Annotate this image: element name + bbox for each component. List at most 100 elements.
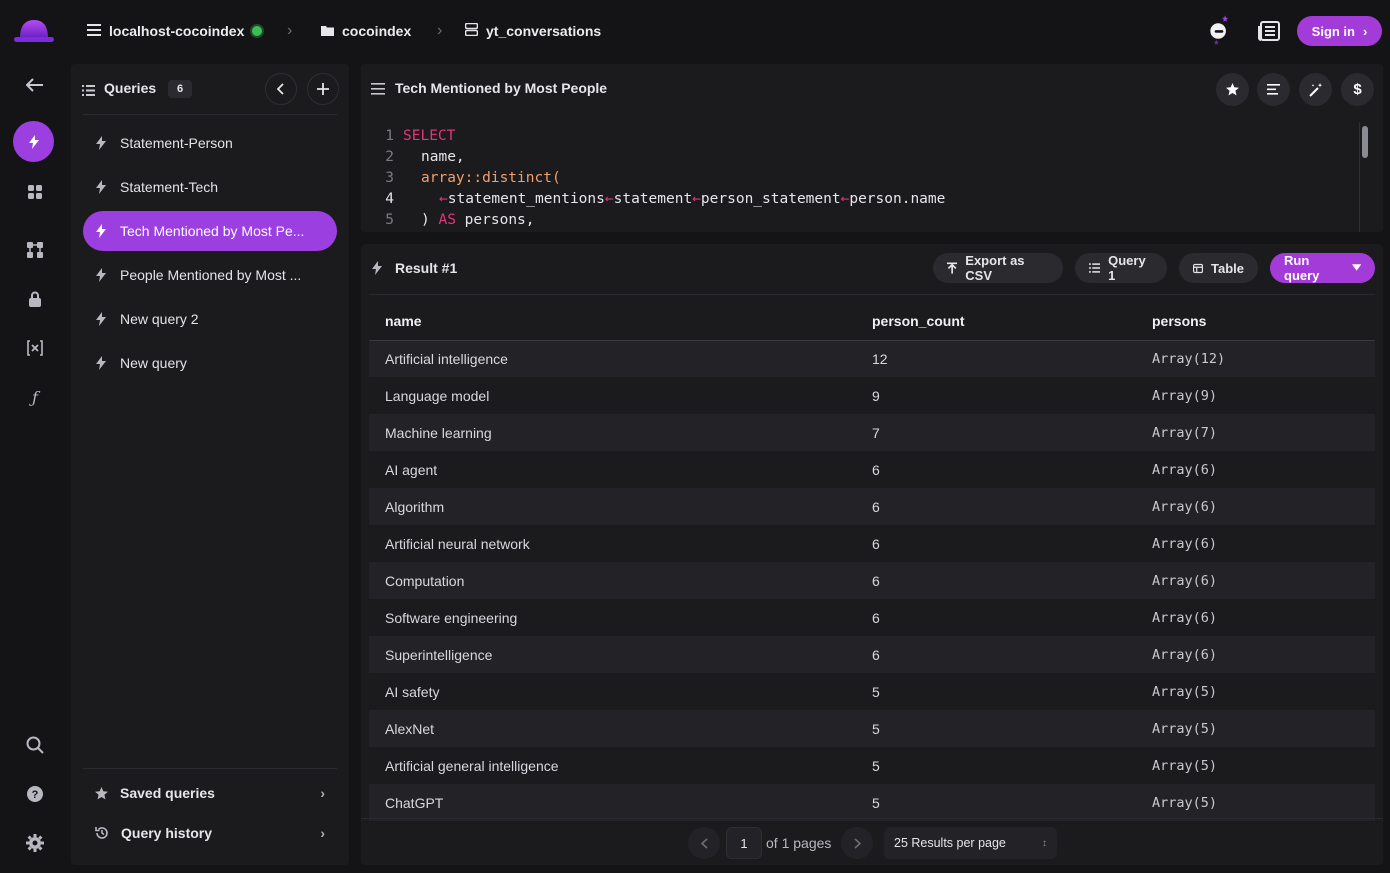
- run-query-button[interactable]: Run query: [1270, 253, 1375, 283]
- table-row[interactable]: Algorithm 6 Array(6): [369, 488, 1375, 525]
- table-cell[interactable]: Array(5): [1136, 673, 1375, 710]
- table-cell: Machine learning: [369, 414, 856, 451]
- saved-queries-link[interactable]: Saved queries ›: [95, 781, 325, 805]
- breadcrumb-connection[interactable]: localhost-cocoindex: [87, 20, 263, 42]
- magic-wand-button[interactable]: [1299, 73, 1332, 106]
- explorer-icon[interactable]: [22, 179, 48, 205]
- table-row[interactable]: Software engineering 6 Array(6): [369, 599, 1375, 636]
- table-cell[interactable]: Array(5): [1136, 710, 1375, 747]
- bolt-icon: [96, 356, 106, 370]
- table-cell: ChatGPT: [369, 784, 856, 821]
- settings-gear-icon[interactable]: [22, 830, 48, 856]
- query-item-active[interactable]: Tech Mentioned by Most Pe...: [83, 211, 337, 251]
- table-cell[interactable]: Array(6): [1136, 562, 1375, 599]
- bolt-icon: [96, 268, 106, 282]
- table-cell[interactable]: Array(5): [1136, 784, 1375, 821]
- bolt-icon: [96, 312, 106, 326]
- export-csv-label: Export as CSV: [965, 253, 1025, 283]
- sign-in-button[interactable]: Sign in ›: [1297, 16, 1382, 46]
- format-query-button[interactable]: [1257, 73, 1290, 106]
- table-cell[interactable]: Array(5): [1136, 747, 1375, 784]
- query-item[interactable]: Statement-Tech: [83, 167, 337, 207]
- query-view-button[interactable]: [13, 121, 54, 162]
- caret-down-icon: [1351, 264, 1361, 271]
- result-title: Result #1: [395, 260, 458, 276]
- results-per-page-value: 25 Results per page: [894, 836, 1006, 850]
- breadcrumb-database[interactable]: cocoindex: [321, 20, 411, 42]
- star-icon: [1226, 83, 1239, 96]
- table-row[interactable]: Machine learning 7 Array(7): [369, 414, 1375, 451]
- query-item[interactable]: New query: [83, 343, 337, 383]
- bolt-icon: [28, 134, 39, 149]
- table-row[interactable]: Artificial neural network 6 Array(6): [369, 525, 1375, 562]
- designer-icon[interactable]: [22, 237, 48, 263]
- table-cell[interactable]: Array(6): [1136, 636, 1375, 673]
- table-cell[interactable]: Array(7): [1136, 414, 1375, 451]
- assistant-icon[interactable]: [1206, 15, 1232, 45]
- folder-icon: [321, 23, 334, 39]
- query-variables-button[interactable]: $: [1341, 73, 1374, 106]
- query-select-label: Query 1: [1108, 253, 1146, 283]
- editor-scrollbar[interactable]: [1359, 122, 1369, 232]
- code-token: array::distinct(: [421, 170, 561, 186]
- functions-x-icon[interactable]: [22, 335, 48, 361]
- line-number: 1: [385, 128, 394, 144]
- divider: [369, 294, 1375, 295]
- table-row[interactable]: Artificial intelligence 12 Array(12): [369, 340, 1375, 377]
- query-select-button[interactable]: Query 1: [1075, 253, 1167, 283]
- query-item[interactable]: People Mentioned by Most ...: [83, 255, 337, 295]
- table-row[interactable]: ChatGPT 5 Array(5): [369, 784, 1375, 821]
- column-header[interactable]: person_count: [856, 302, 1136, 341]
- query-history-link[interactable]: Query history ›: [95, 821, 325, 845]
- table-cell[interactable]: Array(12): [1136, 340, 1375, 377]
- table-row[interactable]: Computation 6 Array(6): [369, 562, 1375, 599]
- top-bar: localhost-cocoindex › cocoindex › yt_con…: [0, 0, 1390, 62]
- previous-page-button[interactable]: [688, 827, 720, 859]
- table-cell[interactable]: Array(6): [1136, 525, 1375, 562]
- page-number-input[interactable]: 1: [726, 827, 762, 859]
- back-arrow-icon[interactable]: [22, 72, 48, 98]
- table-cell[interactable]: Array(9): [1136, 377, 1375, 414]
- chevron-right-icon: ›: [287, 22, 293, 39]
- scrollbar-thumb[interactable]: [1362, 126, 1368, 158]
- view-mode-button[interactable]: Table: [1179, 253, 1258, 283]
- table-cell[interactable]: Array(6): [1136, 599, 1375, 636]
- table-row[interactable]: AI agent 6 Array(6): [369, 451, 1375, 488]
- news-icon[interactable]: [1256, 18, 1282, 44]
- breadcrumb-collection[interactable]: yt_conversations: [464, 20, 602, 42]
- table-row[interactable]: Superintelligence 6 Array(6): [369, 636, 1375, 673]
- column-header[interactable]: persons: [1136, 302, 1375, 341]
- function-f-icon[interactable]: ƒ: [22, 384, 48, 410]
- code-token: AS: [438, 212, 456, 228]
- chevron-left-icon: [700, 837, 708, 849]
- save-query-star-button[interactable]: [1216, 73, 1249, 106]
- column-header[interactable]: name: [369, 302, 856, 341]
- query-item[interactable]: Statement-Person: [83, 123, 337, 163]
- table-row[interactable]: Language model 9 Array(9): [369, 377, 1375, 414]
- table-row[interactable]: AI safety 5 Array(5): [369, 673, 1375, 710]
- menu-icon[interactable]: [371, 82, 385, 98]
- table-row[interactable]: AlexNet 5 Array(5): [369, 710, 1375, 747]
- export-csv-button[interactable]: Export as CSV: [933, 253, 1063, 283]
- query-item[interactable]: New query 2: [83, 299, 337, 339]
- menu-icon: [87, 23, 101, 39]
- code-token: SELECT: [403, 128, 456, 144]
- connection-status-icon: [252, 26, 263, 36]
- table-row[interactable]: Artificial general intelligence 5 Array(5): [369, 747, 1375, 784]
- collection-name: yt_conversations: [486, 23, 602, 39]
- collapse-panel-button[interactable]: [265, 73, 297, 105]
- bolt-icon: [96, 224, 106, 238]
- divider: [83, 768, 337, 769]
- table-cell[interactable]: Array(6): [1136, 451, 1375, 488]
- next-page-button[interactable]: [841, 827, 873, 859]
- app-logo-icon[interactable]: [12, 16, 56, 44]
- results-per-page-select[interactable]: 25 Results per page ↕: [884, 827, 1057, 859]
- table-cell[interactable]: Array(6): [1136, 488, 1375, 525]
- new-query-button[interactable]: [307, 73, 339, 105]
- help-icon[interactable]: ?: [22, 781, 48, 807]
- lock-icon[interactable]: [22, 286, 48, 312]
- search-icon[interactable]: [22, 732, 48, 758]
- code-editor[interactable]: 1 SELECT 2 name, 3 array::distinct( 4 ← state…: [361, 126, 1361, 231]
- divider: [83, 114, 337, 115]
- table-icon: [464, 22, 479, 39]
